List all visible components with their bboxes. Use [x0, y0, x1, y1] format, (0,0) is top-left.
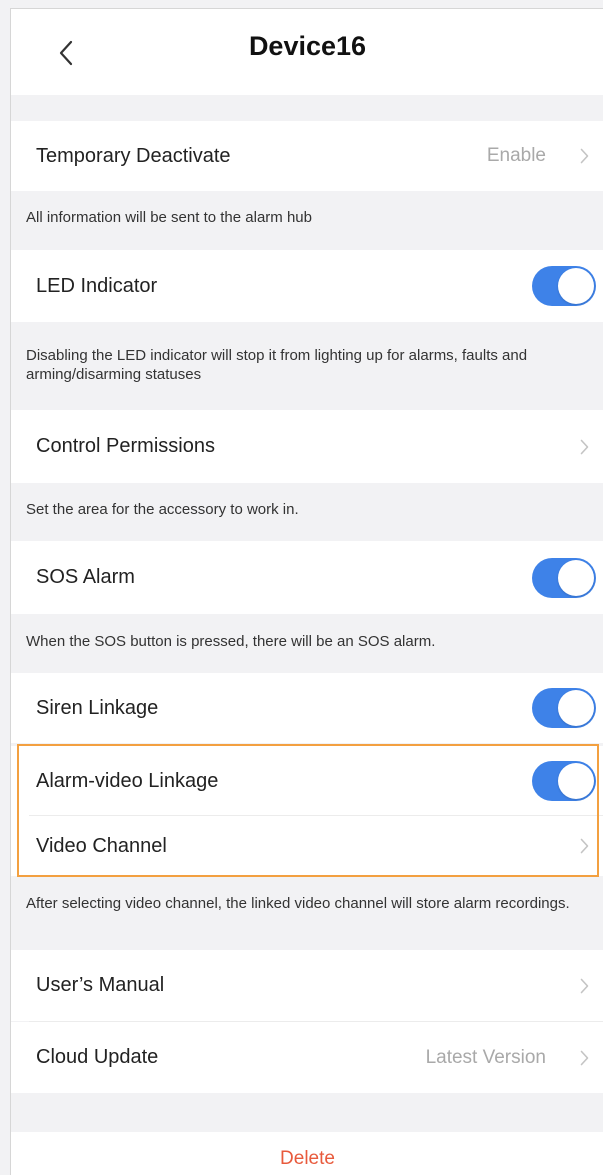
control-permissions-label: Control Permissions: [36, 435, 215, 457]
delete-button[interactable]: Delete: [11, 1148, 603, 1170]
temporary-deactivate-label: Temporary Deactivate: [36, 144, 231, 167]
sos-alarm-label: SOS Alarm: [36, 566, 135, 588]
settings-screen: Device16 Temporary Deactivate Enable All…: [10, 8, 603, 1175]
delete-row: Delete: [11, 1132, 603, 1175]
led-indicator-row: LED Indicator: [11, 250, 603, 322]
cloud-update-label: Cloud Update: [36, 1046, 159, 1068]
video-channel-row[interactable]: Video Channel: [11, 816, 603, 876]
alarm-video-linkage-label: Alarm-video Linkage: [36, 769, 219, 792]
toggle-knob: [558, 763, 594, 799]
chevron-right-icon: [576, 976, 592, 996]
siren-linkage-toggle[interactable]: [532, 688, 596, 728]
users-manual-label: User’s Manual: [36, 974, 165, 996]
video-channel-note: After selecting video channel, the linke…: [26, 895, 570, 912]
sos-alarm-toggle[interactable]: [532, 557, 596, 598]
temporary-deactivate-row[interactable]: Temporary Deactivate Enable: [11, 121, 603, 191]
sos-alarm-note: When the SOS button is pressed, there wi…: [26, 633, 436, 650]
chevron-right-icon: [576, 1048, 592, 1068]
cloud-update-value: Latest Version: [425, 1046, 546, 1068]
alarm-video-linkage-toggle[interactable]: [532, 761, 596, 801]
chevron-right-icon: [576, 437, 592, 457]
led-indicator-note: Disabling the LED indicator will stop it…: [26, 347, 528, 383]
users-manual-row[interactable]: User’s Manual: [11, 950, 603, 1021]
alarm-video-linkage-row: Alarm-video Linkage: [11, 746, 603, 816]
siren-linkage-row: Siren Linkage: [11, 673, 603, 743]
temporary-deactivate-value: Enable: [486, 145, 546, 166]
cloud-update-row[interactable]: Cloud Update Latest Version: [11, 1022, 603, 1093]
toggle-knob: [558, 690, 594, 726]
temporary-deactivate-note: All information will be sent to the alar…: [26, 209, 312, 226]
led-indicator-toggle[interactable]: [532, 266, 596, 306]
control-permissions-row[interactable]: Control Permissions: [11, 410, 603, 483]
control-permissions-note: Set the area for the accessory to work i…: [26, 501, 299, 518]
toggle-knob: [558, 268, 594, 304]
toggle-knob: [558, 559, 594, 596]
video-channel-label: Video Channel: [36, 834, 167, 857]
sos-alarm-row: SOS Alarm: [11, 541, 603, 614]
siren-linkage-label: Siren Linkage: [36, 696, 159, 719]
nav-header: Device16: [11, 9, 603, 95]
page-title: Device16: [248, 31, 367, 61]
led-indicator-label: LED Indicator: [36, 274, 158, 297]
chevron-right-icon: [576, 146, 592, 166]
chevron-right-icon: [576, 836, 592, 856]
